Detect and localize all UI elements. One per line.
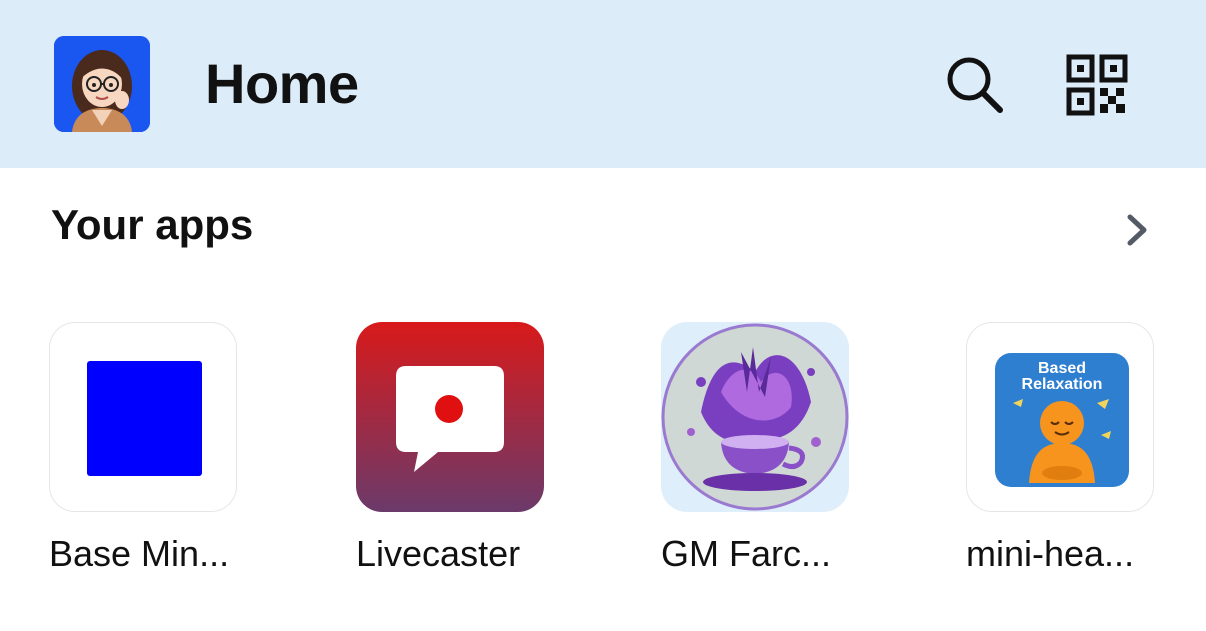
app-tile-mini-health[interactable]: Based Relaxation mini-hea... (966, 322, 1156, 574)
blue-square-icon (87, 361, 202, 476)
avatar[interactable] (54, 36, 150, 132)
app-label: GM Farc... (661, 533, 831, 574)
app-tile-base-mini[interactable]: Base Min... (49, 322, 239, 574)
search-icon[interactable] (942, 52, 1008, 118)
app-tile-livecaster[interactable]: Livecaster (356, 322, 546, 574)
section-title-your-apps: Your apps (51, 201, 254, 248)
app-icon-container (49, 322, 237, 512)
icon-text-line1: Based (1038, 360, 1086, 377)
purple-splash-cup-icon (661, 323, 849, 511)
app-tile-gm-farcaster[interactable]: GM Farc... (661, 322, 851, 574)
based-relaxation-icon: Based Relaxation (995, 353, 1129, 487)
top-header: Home (0, 0, 1206, 168)
app-label: Base Min... (49, 533, 230, 574)
app-icon-container (661, 322, 849, 512)
app-label: mini-hea... (966, 533, 1135, 574)
app-icon-container: Based Relaxation (966, 322, 1154, 512)
live-chat-bubble-icon (356, 322, 544, 512)
app-icon-container (356, 322, 544, 512)
avatar-cartoon-woman-glasses (54, 36, 150, 132)
icon-text-line2: Relaxation (1022, 376, 1103, 393)
qr-code-icon[interactable] (1064, 52, 1130, 118)
page-title: Home (205, 52, 359, 115)
app-label: Livecaster (356, 533, 521, 574)
chevron-right-icon[interactable] (1118, 207, 1156, 253)
